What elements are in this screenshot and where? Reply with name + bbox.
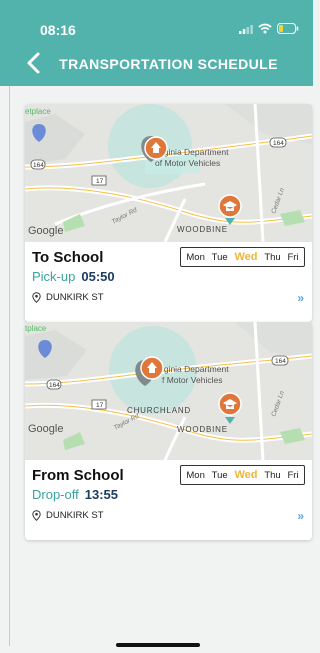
day-mon: Mon	[186, 251, 205, 263]
pickup-time: Pick-up 05:50	[32, 269, 115, 284]
wifi-icon	[258, 23, 272, 34]
svg-text:of Motor Vehicles: of Motor Vehicles	[155, 158, 220, 168]
day-tue: Tue	[211, 251, 228, 263]
status-bar: 08:16	[0, 0, 313, 40]
address: DUNKIRK ST	[32, 510, 104, 521]
card-title: To School	[32, 249, 104, 266]
svg-text:rginia Department: rginia Department	[161, 364, 229, 374]
svg-text:tplace: tplace	[25, 324, 47, 333]
svg-text:164: 164	[33, 162, 44, 169]
schedule-card-from-school[interactable]: tplace 164 164 17 rginia Department f Mo…	[25, 322, 312, 540]
pickup-time-value: 05:50	[81, 269, 115, 284]
map-place-label: etplace	[25, 107, 51, 116]
address-text: DUNKIRK ST	[46, 510, 104, 521]
details-chevron-icon[interactable]: »	[297, 291, 304, 305]
svg-text:164: 164	[49, 382, 60, 389]
day-wed-active: Wed	[234, 469, 258, 481]
svg-text:WOODBINE: WOODBINE	[177, 225, 228, 234]
status-time: 08:16	[40, 22, 76, 38]
svg-text:irginia Department: irginia Department	[159, 147, 229, 157]
day-fri: Fri	[287, 251, 299, 263]
svg-text:f Motor Vehicles: f Motor Vehicles	[162, 375, 222, 385]
day-thu: Thu	[264, 251, 281, 263]
divider	[9, 86, 10, 646]
svg-text:17: 17	[96, 178, 104, 185]
status-icons	[239, 23, 299, 34]
location-pin-icon	[32, 510, 41, 521]
day-wed-active: Wed	[234, 251, 258, 263]
weekday-selector: Mon Tue Wed Thu Fri	[180, 465, 305, 485]
svg-text:164: 164	[275, 358, 286, 365]
battery-icon	[277, 23, 299, 34]
address-text: DUNKIRK ST	[46, 292, 104, 303]
home-indicator	[116, 643, 200, 647]
schedule-card-to-school[interactable]: etplace 164 164 17 irginia Department of…	[25, 104, 312, 322]
signal-icon	[239, 24, 253, 34]
route-map[interactable]: tplace 164 164 17 rginia Department f Mo…	[25, 322, 312, 460]
address: DUNKIRK ST	[32, 292, 104, 303]
details-chevron-icon[interactable]: »	[297, 509, 304, 523]
day-tue: Tue	[211, 469, 228, 481]
dropoff-time-value: 13:55	[84, 487, 118, 502]
pickup-label: Pick-up	[32, 269, 76, 284]
location-pin-icon	[32, 292, 41, 303]
dropoff-label: Drop-off	[32, 487, 79, 502]
card-title: From School	[32, 467, 124, 484]
day-thu: Thu	[264, 469, 281, 481]
navigation-bar: TRANSPORTATION SCHEDULE	[0, 40, 313, 86]
weekday-selector: Mon Tue Wed Thu Fri	[180, 247, 305, 267]
svg-text:164: 164	[273, 140, 284, 147]
svg-text:17: 17	[96, 402, 104, 409]
route-map[interactable]: etplace 164 164 17 irginia Department of…	[25, 104, 312, 242]
day-fri: Fri	[287, 469, 299, 481]
day-mon: Mon	[186, 469, 205, 481]
svg-text:WOODBINE: WOODBINE	[177, 425, 228, 434]
svg-text:Google: Google	[28, 225, 63, 237]
page-title: TRANSPORTATION SCHEDULE	[59, 56, 278, 72]
svg-text:Google: Google	[28, 423, 63, 435]
dropoff-time: Drop-off 13:55	[32, 487, 118, 502]
